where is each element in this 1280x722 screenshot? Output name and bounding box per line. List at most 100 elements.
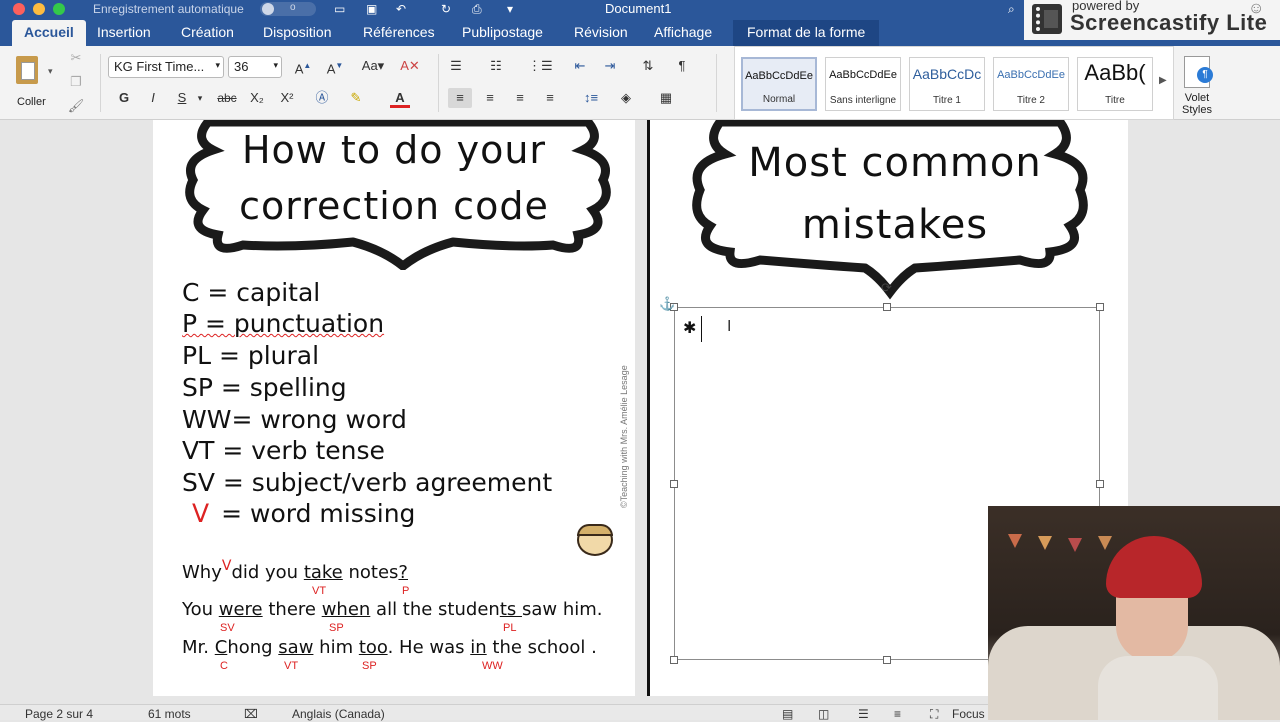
customize-toolbar-icon[interactable]: ▾ — [507, 2, 513, 16]
save-icon[interactable]: ▣ — [366, 2, 377, 16]
code-mark: VT — [312, 585, 327, 597]
numbering-icon[interactable]: ☷ — [486, 56, 506, 76]
format-painter-icon[interactable]: 🖌 — [66, 96, 86, 116]
ex-text: all the studen — [370, 599, 500, 620]
print-icon[interactable]: ⎙ — [472, 2, 482, 17]
strikethrough-button[interactable]: abc — [214, 88, 240, 108]
film-icon — [1032, 4, 1062, 34]
bullet-symbol: ✱ — [683, 320, 697, 337]
ex-underlined: were — [218, 599, 263, 620]
superscript-button[interactable]: X² — [276, 88, 298, 108]
focus-mode-label[interactable]: Focus — [952, 707, 985, 721]
chevron-down-icon: ▾ — [273, 60, 278, 70]
code-line-subject-verb: SV = subject/verb agreement — [182, 468, 553, 497]
tab-revision[interactable]: Révision — [574, 24, 628, 40]
justify-icon[interactable]: ≡ — [540, 88, 560, 108]
sort-icon[interactable]: ⇅ — [638, 56, 658, 76]
align-center-icon[interactable]: ≡ — [480, 88, 500, 108]
undo-icon[interactable]: ↶ — [396, 2, 406, 16]
ex-underlined: C — [214, 637, 228, 658]
autosave-toggle[interactable]: o — [260, 2, 316, 16]
search-icon[interactable]: ⌕ — [1008, 2, 1015, 17]
align-right-icon[interactable]: ≡ — [510, 88, 530, 108]
resize-handle[interactable] — [883, 656, 891, 664]
resize-handle[interactable] — [883, 303, 891, 311]
style-titre[interactable]: AaBb( Titre — [1077, 57, 1153, 111]
show-formatting-button[interactable]: ¶ — [672, 56, 692, 76]
underline-button[interactable]: S — [172, 88, 192, 108]
code-mark: P — [402, 585, 410, 597]
bullets-icon[interactable]: ☰ — [446, 56, 466, 76]
minimize-window-button[interactable] — [33, 3, 45, 15]
ex-text: saw him. — [521, 599, 603, 620]
multilevel-list-icon[interactable]: ⋮☰ — [528, 56, 553, 76]
text-effects-icon[interactable]: Ⓐ — [312, 88, 332, 108]
resize-handle[interactable] — [670, 656, 678, 664]
italic-button[interactable]: I — [143, 88, 163, 108]
font-size-select[interactable]: 36 ▾ — [228, 56, 282, 78]
style-sample: AaBb( — [1084, 60, 1146, 85]
borders-icon[interactable]: ▦ — [656, 88, 676, 108]
clipart-face-icon — [577, 524, 613, 556]
style-sample: AaBbCcDdEe — [997, 69, 1065, 81]
align-left-icon[interactable]: ≡ — [448, 88, 472, 108]
paste-dropdown-icon[interactable]: ▾ — [48, 66, 53, 77]
tab-publipostage[interactable]: Publipostage — [462, 24, 543, 40]
style-label: Titre 2 — [1017, 95, 1045, 106]
proofing-icon[interactable]: ⌧ — [244, 707, 258, 721]
tab-format-de-la-forme[interactable]: Format de la forme — [733, 20, 880, 46]
tab-insertion[interactable]: Insertion — [97, 24, 151, 40]
draft-view-icon[interactable]: ≡ — [894, 707, 901, 721]
account-icon[interactable]: ☺ — [1248, 0, 1264, 18]
gallery-next-icon[interactable]: ▶ — [1159, 75, 1167, 86]
underline-dropdown-icon[interactable]: ▾ — [195, 88, 205, 108]
zoom-window-button[interactable] — [53, 3, 65, 15]
change-case-icon[interactable]: Aa▾ — [358, 56, 388, 76]
style-titre-1[interactable]: AaBbCcDc Titre 1 — [909, 57, 985, 111]
tab-creation[interactable]: Création — [181, 24, 234, 40]
language-status[interactable]: Anglais (Canada) — [292, 707, 385, 721]
redo-icon[interactable]: ↻ — [441, 2, 451, 16]
styles-pane-icon: ¶ — [1184, 56, 1213, 88]
bold-button[interactable]: G — [114, 88, 134, 108]
font-name-select[interactable]: KG First Time... ▾ — [108, 56, 224, 78]
web-layout-icon[interactable]: ◫ — [818, 707, 829, 721]
ribbon-divider — [100, 54, 101, 112]
decrease-indent-icon[interactable]: ⇤ — [570, 56, 590, 76]
shrink-font-icon[interactable]: A▼ — [322, 56, 348, 76]
resize-handle[interactable] — [1096, 303, 1104, 311]
clipboard-icon — [16, 56, 38, 84]
outline-view-icon[interactable]: ☰ — [858, 707, 869, 721]
page-count[interactable]: Page 2 sur 4 — [25, 707, 93, 721]
rotate-handle-icon[interactable]: ⟳ — [881, 280, 892, 296]
style-sans-interligne[interactable]: AaBbCcDdEe Sans interligne — [825, 57, 901, 111]
tab-references[interactable]: Références — [363, 24, 435, 40]
style-titre-2[interactable]: AaBbCcDdEe Titre 2 — [993, 57, 1069, 111]
font-color-icon[interactable]: A — [390, 88, 410, 108]
tab-affichage[interactable]: Affichage — [654, 24, 712, 40]
shading-icon[interactable]: ◈ — [616, 88, 636, 108]
styles-pane-button[interactable]: ¶ Volet Styles — [1176, 52, 1218, 116]
text-cursor — [701, 316, 702, 342]
copy-icon[interactable]: ❐ — [66, 72, 86, 92]
grow-font-icon[interactable]: A▲ — [290, 56, 316, 76]
subscript-button[interactable]: X₂ — [246, 88, 268, 108]
paste-button[interactable]: ▾ Coller — [10, 52, 56, 112]
cut-icon[interactable]: ✂ — [66, 48, 86, 68]
highlight-icon[interactable]: ✎ — [346, 88, 366, 108]
tab-accueil[interactable]: Accueil — [12, 20, 86, 46]
resize-handle[interactable] — [1096, 480, 1104, 488]
print-layout-icon[interactable]: ▤ — [782, 707, 793, 721]
close-window-button[interactable] — [13, 3, 25, 15]
style-normal[interactable]: AaBbCcDdEe Normal — [741, 57, 817, 111]
resize-handle[interactable] — [670, 480, 678, 488]
code-mark: PL — [503, 622, 517, 634]
sidebar-icon[interactable]: ▭ — [334, 2, 345, 16]
ex-underlined: ts — [499, 599, 522, 620]
tab-disposition[interactable]: Disposition — [263, 24, 331, 40]
word-count[interactable]: 61 mots — [148, 707, 191, 721]
increase-indent-icon[interactable]: ⇥ — [600, 56, 620, 76]
clear-formatting-icon[interactable]: A✕ — [398, 56, 422, 76]
line-spacing-icon[interactable]: ↕≡ — [578, 88, 604, 108]
code-mark: SP — [329, 622, 344, 634]
